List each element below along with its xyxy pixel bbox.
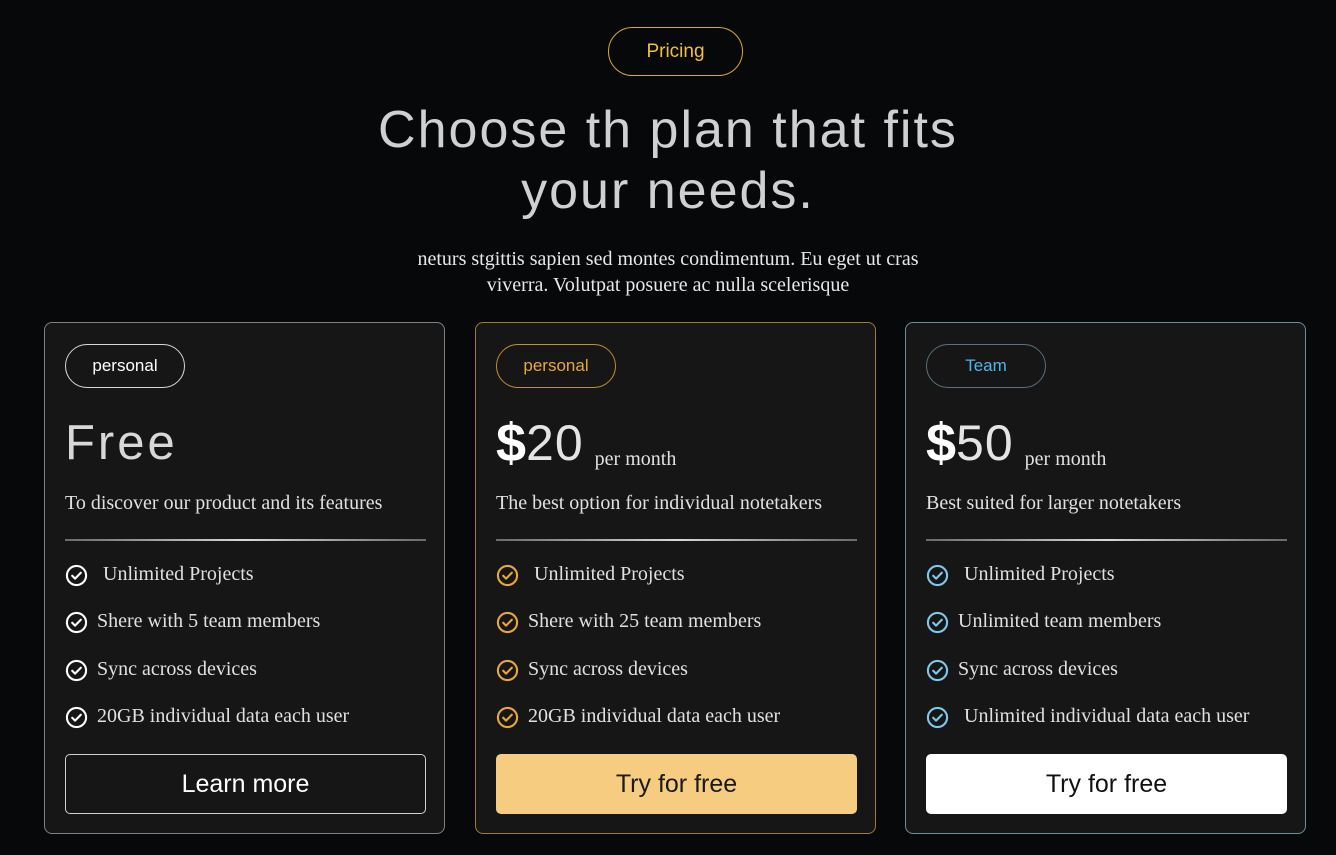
- plan-description: Best suited for larger notetakers: [926, 492, 1182, 514]
- divider: [65, 539, 426, 541]
- feature-item: Shere with 25 team members: [496, 610, 866, 657]
- currency-symbol: $: [926, 413, 957, 473]
- feature-list: Unlimited Projects Shere with 5 team mem…: [65, 563, 435, 752]
- check-circle-icon: [65, 564, 88, 587]
- plan-price-value: 20: [526, 415, 584, 471]
- check-circle-icon: [926, 706, 949, 729]
- page-subtitle: neturs stgittis sapien sed montes condim…: [368, 246, 968, 298]
- feature-label: 20GB individual data each user: [528, 704, 781, 727]
- check-circle-icon: [65, 612, 88, 634]
- plan-card-free: personal Free To discover our product an…: [44, 322, 445, 834]
- plan-price-value: 50: [956, 415, 1014, 471]
- feature-list: Unlimited Projects Unlimited team member…: [926, 563, 1296, 752]
- feature-label: Sync across devices: [97, 657, 257, 680]
- feature-item: Sync across devices: [496, 658, 866, 705]
- feature-item: Sync across devices: [65, 658, 435, 705]
- feature-label: Unlimited individual data each user: [964, 704, 1250, 727]
- plan-price: $ 20 per month: [496, 407, 676, 473]
- plan-price-value: Free: [65, 416, 178, 470]
- plan-period: per month: [594, 448, 677, 470]
- page-subtitle-line-2: viverra. Volutpat posuere ac nulla scele…: [486, 274, 850, 296]
- plan-badge: Team: [926, 344, 1046, 388]
- feature-label: Unlimited team members: [958, 610, 1162, 633]
- feature-item: Unlimited Projects: [65, 563, 435, 610]
- feature-item: Unlimited individual data each user: [926, 705, 1296, 752]
- feature-label: Shere with 25 team members: [528, 610, 762, 633]
- learn-more-button[interactable]: Learn more: [65, 754, 426, 814]
- section-pill: Pricing: [608, 27, 743, 76]
- check-circle-icon: [65, 659, 88, 681]
- divider: [926, 539, 1287, 541]
- page-title-line-2: your needs.: [521, 162, 815, 220]
- check-circle-icon: [926, 564, 949, 587]
- plan-badge: personal: [496, 344, 616, 388]
- page-title-line-1: Choose th plan that fits: [378, 101, 958, 159]
- feature-label: Unlimited Projects: [103, 563, 254, 585]
- feature-label: Sync across devices: [528, 657, 688, 680]
- check-circle-icon: [926, 659, 949, 681]
- plan-description: The best option for individual notetaker…: [496, 492, 823, 514]
- plan-price: Free: [65, 407, 178, 473]
- check-circle-icon: [496, 612, 519, 634]
- feature-item: Sync across devices: [926, 658, 1296, 705]
- feature-label: Sync across devices: [958, 657, 1118, 680]
- check-circle-icon: [496, 706, 519, 729]
- feature-item: Unlimited Projects: [926, 563, 1296, 610]
- feature-item: Unlimited Projects: [496, 563, 866, 610]
- feature-item: Unlimited team members: [926, 610, 1296, 657]
- feature-item: Shere with 5 team members: [65, 610, 435, 657]
- feature-label: Shere with 5 team members: [97, 610, 321, 633]
- check-circle-icon: [496, 564, 519, 587]
- plan-card-personal: personal $ 20 per month The best option …: [475, 322, 876, 834]
- try-for-free-button[interactable]: Try for free: [496, 754, 857, 814]
- feature-label: 20GB individual data each user: [97, 704, 350, 727]
- feature-label: Unlimited Projects: [964, 563, 1115, 585]
- feature-list: Unlimited Projects Shere with 25 team me…: [496, 563, 866, 752]
- plan-price: $ 50 per month: [926, 407, 1106, 473]
- check-circle-icon: [65, 706, 88, 729]
- try-for-free-button[interactable]: Try for free: [926, 754, 1287, 814]
- currency-symbol: $: [496, 413, 527, 473]
- feature-label: Unlimited Projects: [534, 563, 685, 585]
- plan-badge: personal: [65, 344, 185, 388]
- feature-item: 20GB individual data each user: [496, 705, 866, 752]
- divider: [496, 539, 857, 541]
- page-title: Choose th plan that fits your needs.: [268, 100, 1068, 222]
- check-circle-icon: [496, 659, 519, 681]
- plan-description: To discover our product and its features: [65, 492, 383, 514]
- feature-item: 20GB individual data each user: [65, 705, 435, 752]
- page-subtitle-line-1: neturs stgittis sapien sed montes condim…: [417, 248, 919, 270]
- check-circle-icon: [926, 612, 949, 634]
- plan-period: per month: [1024, 448, 1107, 470]
- plan-card-team: Team $ 50 per month Best suited for larg…: [905, 322, 1306, 834]
